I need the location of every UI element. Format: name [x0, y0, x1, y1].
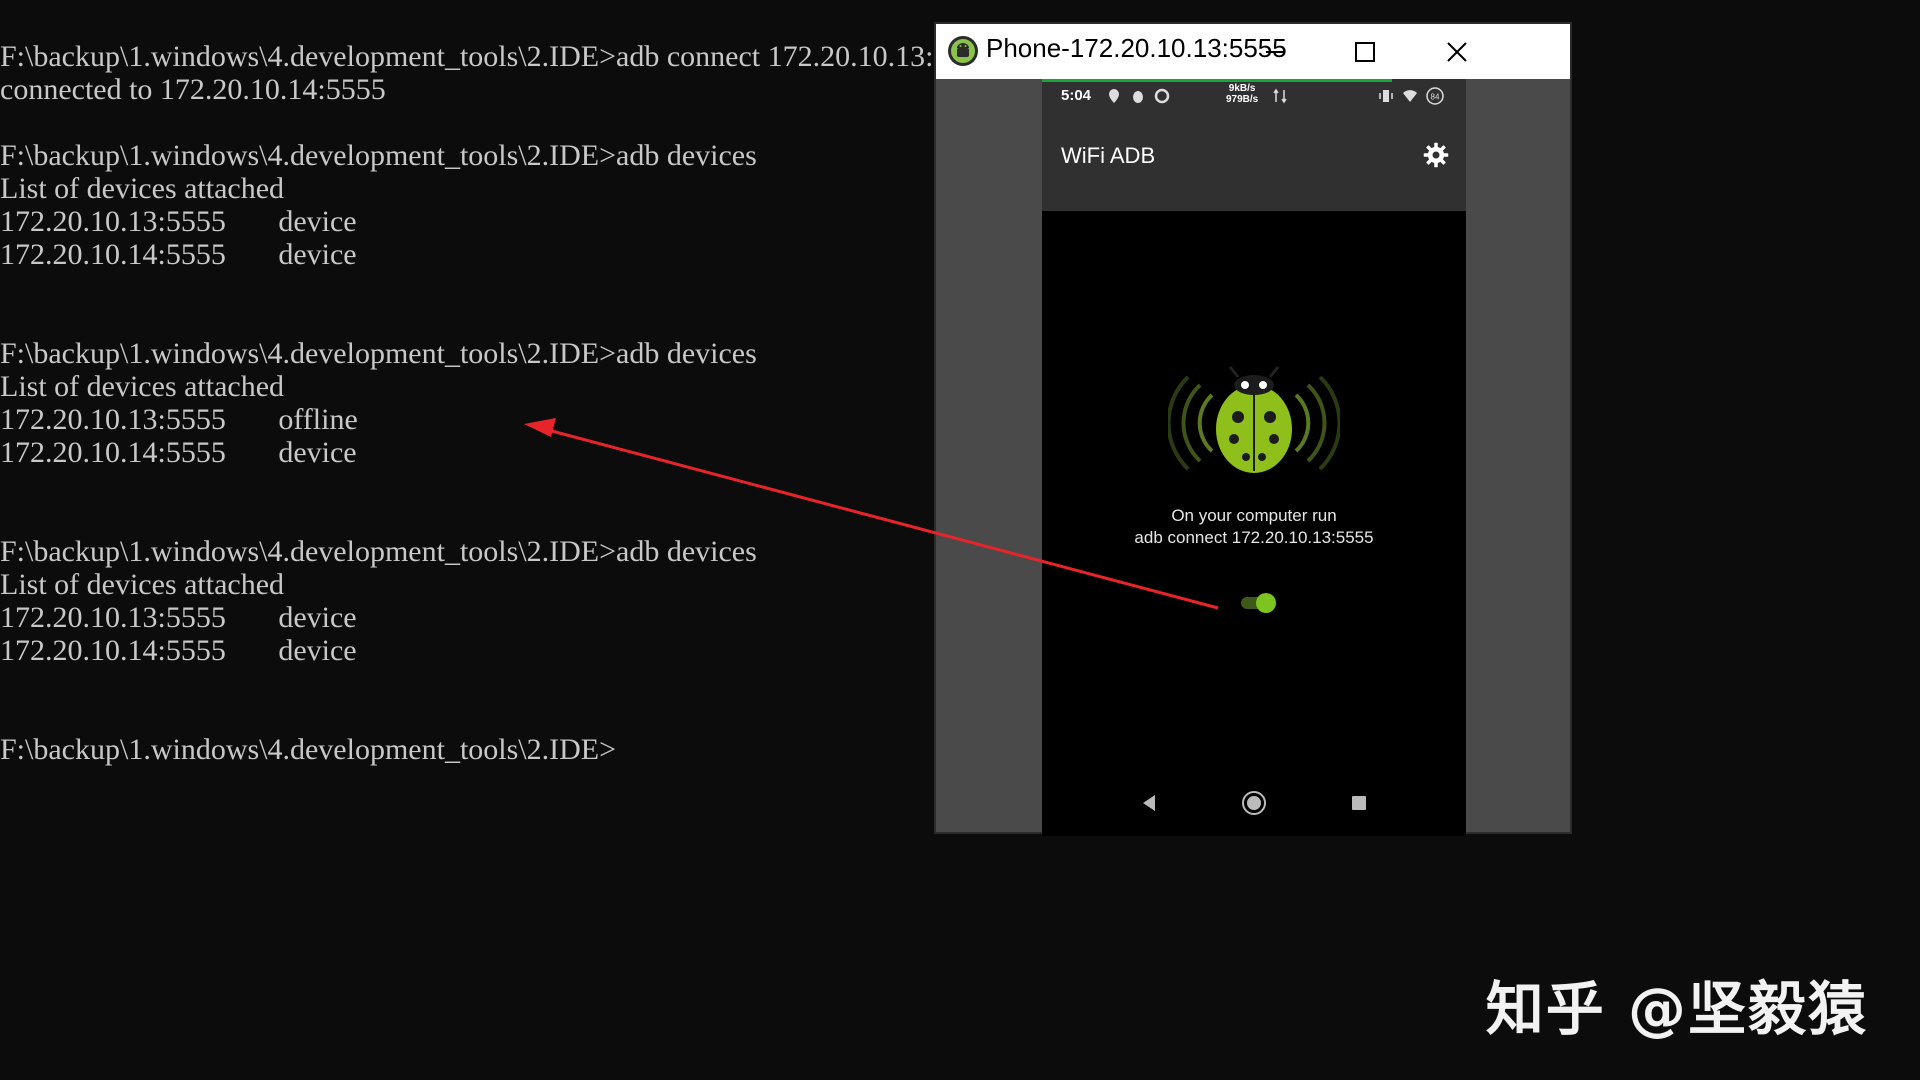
maximize-icon: [1355, 41, 1375, 62]
adb-toggle-switch[interactable]: [1239, 591, 1279, 615]
console-line: F:\backup\1.windows\4.development_tools\…: [0, 733, 617, 766]
console-line: F:\backup\1.windows\4.development_tools\…: [0, 337, 757, 370]
console-line: List of devices attached: [0, 172, 285, 205]
console-line: 172.20.10.14:5555 device: [0, 634, 357, 667]
wifi-icon: [1403, 90, 1417, 102]
location-icon: [1109, 89, 1119, 103]
status-time: 5:04: [1061, 87, 1092, 104]
phone-screen[interactable]: 5:04 9kB/s 979B/s 84 WiFi ADB On your co…: [1042, 79, 1466, 836]
bug-notification-icon: [1133, 91, 1143, 103]
battery-icon: 84: [1426, 87, 1444, 105]
console-line: 172.20.10.13:5555 device: [0, 205, 357, 238]
app-title: WiFi ADB: [1061, 143, 1156, 168]
status-bar: 5:04 9kB/s 979B/s 84: [1042, 79, 1466, 115]
navigation-bar: [1042, 770, 1466, 836]
console-line: F:\backup\1.windows\4.development_tools\…: [0, 40, 994, 73]
close-icon: [1447, 41, 1467, 62]
console-line: connected to 172.20.10.14:5555: [0, 73, 386, 106]
console-line: 172.20.10.14:5555 device: [0, 436, 357, 469]
android-app-icon: [948, 36, 978, 66]
status-accent-line: [1042, 79, 1392, 82]
window-titlebar[interactable]: Phone-172.20.10.13:5555: [936, 24, 1570, 79]
console-line: List of devices attached: [0, 568, 285, 601]
settings-gear-icon[interactable]: [1422, 141, 1450, 169]
wifi-bug-logo: [1168, 366, 1340, 473]
console-line: 172.20.10.13:5555 offline: [0, 403, 358, 436]
instruction-line-2: adb connect 172.20.10.13:5555: [1134, 528, 1374, 547]
console-line: List of devices attached: [0, 370, 285, 403]
connect-instructions: On your computer run adb connect 172.20.…: [1042, 505, 1466, 549]
console-line: F:\backup\1.windows\4.development_tools\…: [0, 535, 757, 568]
phone-mirror-window[interactable]: Phone-172.20.10.13:5555 5:04 9kB/s 979B/…: [934, 22, 1572, 836]
app-bar: WiFi ADB: [1042, 115, 1466, 211]
sync-icon: [1154, 88, 1170, 104]
back-triangle-icon[interactable]: [1134, 788, 1164, 818]
terminal-output: F:\backup\1.windows\4.development_tools\…: [0, 40, 994, 766]
minimize-icon: [1266, 50, 1284, 53]
network-speed: 9kB/s 979B/s: [1226, 83, 1258, 105]
speed-down: 979B/s: [1226, 94, 1259, 105]
recents-square-icon[interactable]: [1344, 788, 1374, 818]
instruction-line-1: On your computer run: [1171, 506, 1337, 525]
vibrate-icon: [1379, 90, 1393, 102]
home-circle-icon[interactable]: [1239, 788, 1269, 818]
console-line: 172.20.10.13:5555 device: [0, 601, 357, 634]
console-line: F:\backup\1.windows\4.development_tools\…: [0, 139, 757, 172]
speed-up: 9kB/s: [1228, 83, 1256, 94]
battery-level: 84: [1431, 93, 1440, 102]
minimize-button[interactable]: [1230, 24, 1320, 79]
console-line: 172.20.10.14:5555 device: [0, 238, 357, 271]
close-button[interactable]: [1412, 24, 1502, 79]
maximize-button[interactable]: [1320, 24, 1410, 79]
zhihu-watermark: 知乎 @坚毅猿: [1485, 975, 1868, 1043]
data-transfer-icon: [1273, 88, 1287, 104]
